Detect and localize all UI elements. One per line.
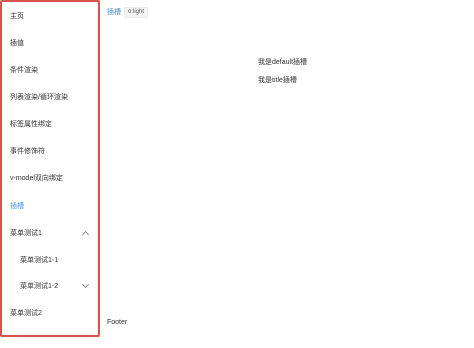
title-slot-text: 我是title插槽 <box>258 77 297 84</box>
sidebar-submenu-test1-2[interactable]: 菜单测试1-2 <box>20 282 58 291</box>
sidebar-item-attribute-binding[interactable]: 标签属性绑定 <box>10 120 52 129</box>
sidebar-item-list-render[interactable]: 列表渲染/循环渲染 <box>10 93 68 102</box>
sidebar-item-test2[interactable]: 菜单测试2 <box>10 309 42 318</box>
sidebar-item-home[interactable]: 主页 <box>10 12 24 21</box>
chevron-down-icon[interactable] <box>81 280 90 289</box>
sidebar-submenu-test1[interactable]: 菜单测试1 <box>10 229 42 238</box>
sidebar-item-v-model[interactable]: v-model双向绑定 <box>10 174 63 183</box>
sidebar-item-event-modifiers[interactable]: 事件修饰符 <box>10 147 45 156</box>
theme-chip[interactable]: o:light <box>124 6 149 18</box>
sidebar-item-test1-1[interactable]: 菜单测试1-1 <box>20 256 58 265</box>
sidebar-divider <box>97 2 98 335</box>
chevron-up-icon[interactable] <box>81 230 90 239</box>
sidebar-menu: 主页 插值 条件渲染 列表渲染/循环渲染 标签属性绑定 事件修饰符 v-mode… <box>0 0 100 337</box>
page-footer: Footer <box>107 319 128 326</box>
sidebar-item-slots[interactable]: 插槽 <box>10 202 24 211</box>
slot-tab-link[interactable]: 插槽 <box>107 7 121 17</box>
sidebar-item-conditional-render[interactable]: 条件渲染 <box>10 66 38 75</box>
sidebar-item-interpolation[interactable]: 插值 <box>10 39 24 48</box>
default-slot-text: 我是default插槽 <box>258 59 308 66</box>
top-breadcrumb-bar: 插槽 o:light <box>107 6 149 18</box>
